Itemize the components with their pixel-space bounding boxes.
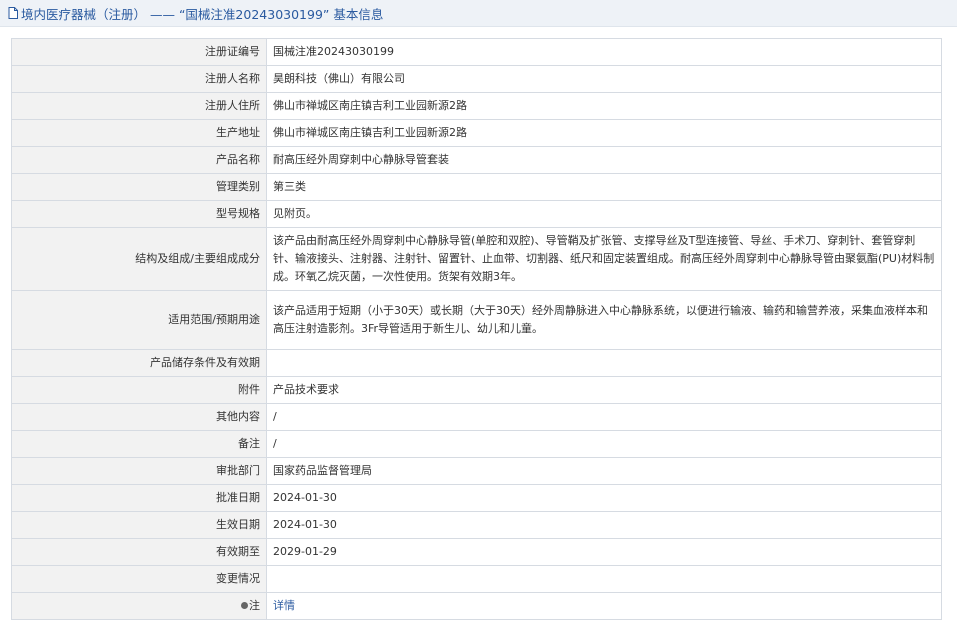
table-row: 生效日期 2024-01-30: [11, 511, 942, 539]
field-value: 2024-01-30: [266, 484, 942, 512]
table-row: 产品名称 耐高压经外周穿刺中心静脉导管套装: [11, 146, 942, 174]
field-label: 变更情况: [11, 565, 267, 593]
table-row: 管理类别 第三类: [11, 173, 942, 201]
field-value: 详情: [266, 592, 942, 620]
table-row: 变更情况: [11, 565, 942, 593]
table-row: 批准日期 2024-01-30: [11, 484, 942, 512]
field-label: 注册人名称: [11, 65, 267, 93]
field-value: [266, 565, 942, 593]
field-label: 批准日期: [11, 484, 267, 512]
field-label: 注册证编号: [11, 38, 267, 66]
field-value: /: [266, 403, 942, 431]
field-value: 见附页。: [266, 200, 942, 228]
table-row: 注册人名称 昊朗科技（佛山）有限公司: [11, 65, 942, 93]
table-row: 注 详情: [11, 592, 942, 620]
field-label: 结构及组成/主要组成成分: [11, 227, 267, 291]
field-label: 生产地址: [11, 119, 267, 147]
field-label: 适用范围/预期用途: [11, 290, 267, 350]
table-row: 备注 /: [11, 430, 942, 458]
field-value: 昊朗科技（佛山）有限公司: [266, 65, 942, 93]
table-row: 注册人住所 佛山市禅城区南庄镇吉利工业园新源2路: [11, 92, 942, 120]
field-label: 型号规格: [11, 200, 267, 228]
field-value: 产品技术要求: [266, 376, 942, 404]
field-value: [266, 349, 942, 377]
field-label: 注册人住所: [11, 92, 267, 120]
table-row: 其他内容 /: [11, 403, 942, 431]
table-row: 适用范围/预期用途 该产品适用于短期（小于30天）或长期（大于30天）经外周静脉…: [11, 290, 942, 350]
field-label: 管理类别: [11, 173, 267, 201]
field-label: 注: [249, 599, 260, 612]
table-row: 型号规格 见附页。: [11, 200, 942, 228]
field-label: 审批部门: [11, 457, 267, 485]
table-row: 有效期至 2029-01-29: [11, 538, 942, 566]
field-value: 该产品由耐高压经外周穿刺中心静脉导管(单腔和双腔)、导管鞘及扩张管、支撑导丝及T…: [266, 227, 942, 291]
field-label: 其他内容: [11, 403, 267, 431]
field-label: 附件: [11, 376, 267, 404]
field-value: 2029-01-29: [266, 538, 942, 566]
document-icon: [8, 7, 18, 19]
field-label: 产品名称: [11, 146, 267, 174]
field-value: 该产品适用于短期（小于30天）或长期（大于30天）经外周静脉进入中心静脉系统，以…: [266, 290, 942, 350]
table-row: 生产地址 佛山市禅城区南庄镇吉利工业园新源2路: [11, 119, 942, 147]
table-row: 审批部门 国家药品监督管理局: [11, 457, 942, 485]
table-row: 结构及组成/主要组成成分 该产品由耐高压经外周穿刺中心静脉导管(单腔和双腔)、导…: [11, 227, 942, 291]
field-value: 2024-01-30: [266, 511, 942, 539]
field-value: /: [266, 430, 942, 458]
table-row: 注册证编号 国械注准20243030199: [11, 38, 942, 66]
field-label: 备注: [11, 430, 267, 458]
field-value: 第三类: [266, 173, 942, 201]
field-value: 国家药品监督管理局: [266, 457, 942, 485]
table-row: 附件 产品技术要求: [11, 376, 942, 404]
field-label: 产品储存条件及有效期: [11, 349, 267, 377]
table-row: 产品储存条件及有效期: [11, 349, 942, 377]
page-title: 境内医疗器械（注册） —— “国械注准20243030199” 基本信息: [21, 6, 384, 22]
field-value: 佛山市禅城区南庄镇吉利工业园新源2路: [266, 119, 942, 147]
field-label: 生效日期: [11, 511, 267, 539]
details-link[interactable]: 详情: [273, 599, 295, 612]
field-value: 国械注准20243030199: [266, 38, 942, 66]
page-header: 境内医疗器械（注册） —— “国械注准20243030199” 基本信息: [0, 0, 957, 27]
pin-icon: [241, 601, 248, 609]
field-label: 有效期至: [11, 538, 267, 566]
note-label: 注: [11, 592, 267, 620]
field-value: 耐高压经外周穿刺中心静脉导管套装: [266, 146, 942, 174]
device-info-table: 注册证编号 国械注准20243030199 注册人名称 昊朗科技（佛山）有限公司…: [11, 38, 942, 620]
field-value: 佛山市禅城区南庄镇吉利工业园新源2路: [266, 92, 942, 120]
